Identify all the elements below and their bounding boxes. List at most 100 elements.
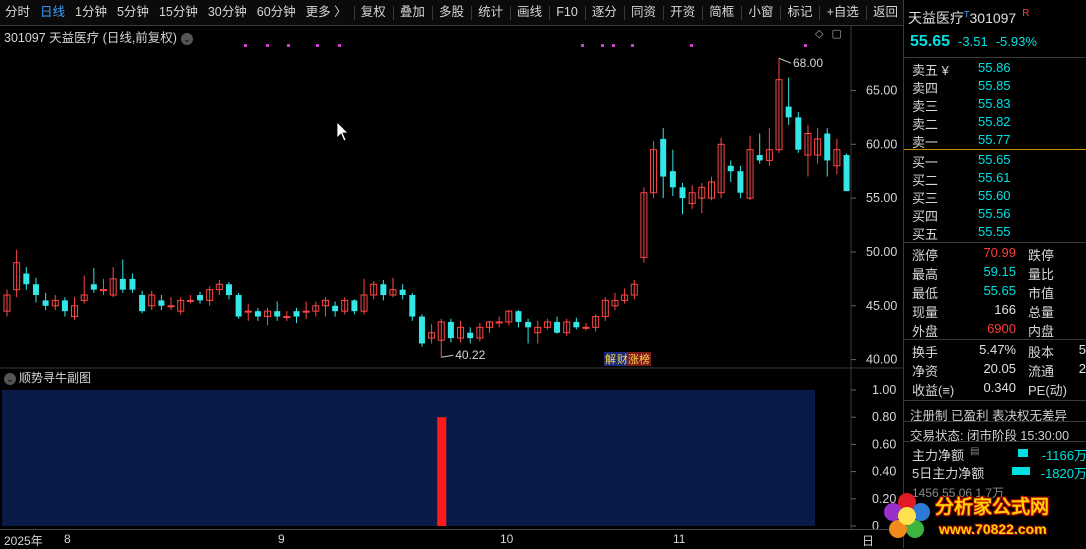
event-tag-label: 解 — [605, 352, 616, 366]
stat-label: 收益(≡) — [912, 380, 954, 399]
candle-body-down — [409, 295, 415, 317]
stat-3: 现量166 — [912, 302, 1016, 320]
level-label: 卖二 — [912, 114, 938, 133]
candle-body-down — [795, 117, 801, 149]
watermark-title: 分析家公式网 — [935, 492, 1049, 519]
stat-right-1: 量比 — [1028, 264, 1086, 282]
stock-r-badge: R — [1022, 8, 1029, 19]
subchart-title-text: 顺势寻牛副图 — [19, 371, 91, 385]
candle-body-down — [573, 322, 579, 327]
x-label-aug: 8 — [64, 532, 71, 546]
sub-tick-label: 0.60 — [872, 437, 896, 451]
stat-value: 5 — [1079, 342, 1086, 357]
price-tick-label: 40.00 — [866, 353, 897, 367]
stat2-right-0: 股本5 — [1028, 342, 1086, 360]
stat-1: 最高59.15 — [912, 264, 1016, 282]
candle-body-down — [91, 284, 97, 289]
stat-value: 6900 — [987, 321, 1016, 336]
sub-tick-label: 0.40 — [872, 465, 896, 479]
watermark-url: www.70822.com — [939, 521, 1047, 537]
stat-value: 20.05 — [983, 361, 1016, 376]
date-axis: 2025年 8 9 10 11 日 — [0, 529, 903, 549]
stat-label: 跌停 — [1028, 245, 1054, 264]
level-price: 55.56 — [978, 206, 1011, 221]
stock-name: 天益医疗T301097R — [908, 8, 1029, 28]
x-label-day: 日 — [862, 532, 874, 549]
five-day-flow-value: -1820万 — [1041, 463, 1086, 482]
stat-label: 换手 — [912, 342, 938, 361]
stat-right-3: 总量 — [1028, 302, 1086, 320]
stat2-0: 换手 5.47% — [912, 342, 1016, 360]
candle-body-down — [274, 311, 280, 316]
level-price: 55.60 — [978, 188, 1011, 203]
stat-0: 涨停70.99 — [912, 245, 1016, 263]
five-day-flow-row: 5日主力净额 -1820万 — [912, 463, 1086, 481]
low-price-label: 40.22 — [455, 348, 485, 362]
candle-body-down — [129, 279, 135, 290]
divider — [904, 400, 1086, 401]
signal-dot — [581, 44, 584, 47]
divider — [904, 242, 1086, 243]
stat-right-0: 跌停 — [1028, 245, 1086, 263]
stat-label: 内盘 — [1028, 321, 1054, 340]
candle-body-down — [400, 290, 406, 295]
candle-body-down — [660, 139, 666, 177]
level-label: 买四 — [912, 206, 938, 225]
stat-label: 最低 — [912, 283, 938, 302]
stat-label: 涨停 — [912, 245, 938, 264]
level-price: 55.82 — [978, 114, 1011, 129]
table-icon[interactable]: ▤ — [970, 446, 979, 457]
subchart-chevron-icon[interactable]: ⌄ — [4, 373, 16, 385]
x-label-year: 2025年 — [4, 532, 43, 549]
level-label: 买三 — [912, 188, 938, 207]
signal-dot — [266, 44, 269, 47]
stat-value: 5.47% — [979, 342, 1016, 357]
signal-dot — [612, 44, 615, 47]
level-price: 55.83 — [978, 96, 1011, 111]
signal-dot — [690, 44, 693, 47]
level-price: 55.77 — [978, 132, 1011, 147]
price-tick-label: 60.00 — [866, 137, 897, 151]
event-tag-label: 涨榜 — [628, 352, 650, 366]
subchart-background — [2, 390, 815, 526]
low-marker-line — [441, 355, 453, 357]
stat-label: 量比 — [1028, 264, 1054, 283]
level-label: 买二 — [912, 170, 938, 189]
stat-value: 166 — [994, 302, 1016, 317]
candle-body-down — [554, 322, 560, 333]
signal-dot — [316, 44, 319, 47]
divider — [904, 421, 1086, 422]
divider — [904, 441, 1086, 442]
price-change-pct: -5.93% — [996, 34, 1037, 49]
signal-dot — [287, 44, 290, 47]
stat2-right-2: PE(动) — [1028, 380, 1086, 398]
candle-body-down — [824, 134, 830, 161]
main-net-flow-bar — [1018, 449, 1028, 457]
candle-body-up — [583, 327, 589, 328]
subchart-title: ⌄顺势寻牛副图 — [4, 369, 91, 386]
quote-panel: 天益医疗T301097R 55.65-3.51-5.93% 卖五 ¥55.86卖… — [903, 0, 1086, 548]
candle-body-up — [168, 306, 174, 307]
candle-body-up — [101, 290, 107, 291]
stat-label: 净资 — [912, 361, 938, 380]
stat-value: 2 — [1079, 361, 1086, 376]
stock-name-text: 天益医疗 — [908, 10, 964, 26]
kline-chart[interactable]: 40.0045.0050.0055.0060.0065.0068.0040.22… — [0, 0, 903, 548]
candle-body-down — [448, 322, 454, 338]
signal-dot — [244, 44, 247, 47]
candle-body-down — [525, 322, 531, 327]
level-price: 55.85 — [978, 78, 1011, 93]
candle-body-down — [255, 311, 261, 316]
level-price: 55.61 — [978, 170, 1011, 185]
high-marker-line — [779, 58, 791, 63]
candle-body-down — [728, 166, 734, 171]
candle-body-down — [351, 300, 357, 311]
candle-body-down — [23, 273, 29, 284]
candle-body-up — [496, 322, 502, 323]
price-tick-label: 55.00 — [866, 191, 897, 205]
price-tick-label: 65.00 — [866, 83, 897, 97]
candle-body-down — [515, 311, 521, 322]
signal-dot — [631, 44, 634, 47]
mouse-cursor-icon — [337, 122, 348, 141]
price-change: -3.51 — [958, 34, 988, 49]
